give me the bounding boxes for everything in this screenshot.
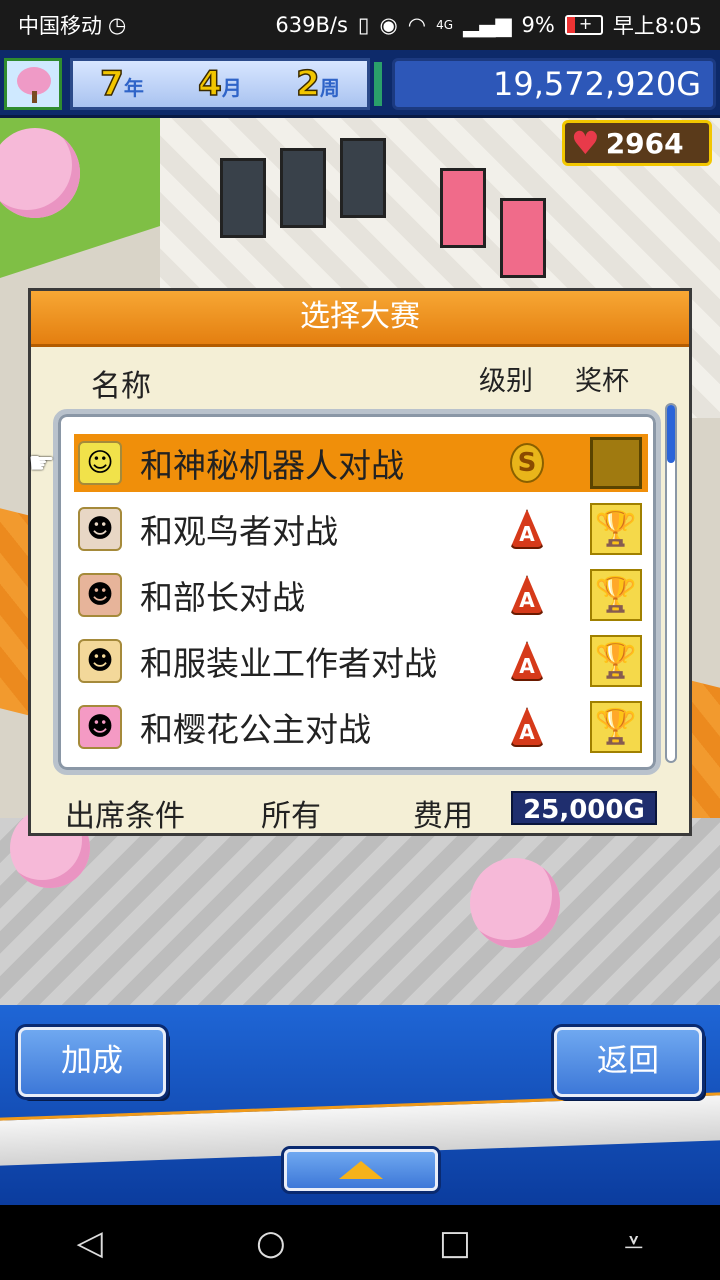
month-unit: 月: [221, 76, 242, 100]
notification-pulldown-icon[interactable]: ⩡: [624, 1223, 643, 1263]
hand-pointer-icon: ☛: [28, 446, 55, 481]
wifi-icon: ◠: [407, 13, 427, 37]
birdwatcher-avatar-icon: ☻: [78, 507, 122, 551]
arcade-machine-icon: [220, 158, 266, 238]
level-badge: A: [510, 509, 544, 549]
level-badge: A: [510, 575, 544, 615]
gold-trophy-icon: 🏆: [590, 503, 642, 555]
tournament-row[interactable]: ☻ 和部长对战 A 🏆: [74, 566, 648, 624]
condition-label: 出席条件: [65, 799, 185, 834]
battery-percent: 9%: [521, 13, 555, 37]
level-badge: A: [510, 707, 544, 747]
game-hud: 7年 4月 2周 19,572,920G: [0, 50, 720, 118]
month-value: 4: [197, 63, 222, 105]
up-arrow-icon: [339, 1161, 383, 1179]
expand-menu-button[interactable]: [284, 1149, 438, 1191]
vibrate-icon: ▯: [357, 13, 370, 37]
tournament-dialog: 选择大赛 名称 级别 奖杯 ☛ ☺ 和神秘机器人对战 S ☻ 和观鸟者对战 A …: [28, 288, 692, 836]
tournament-list[interactable]: ☛ ☺ 和神秘机器人对战 S ☻ 和观鸟者对战 A 🏆 ☻ 和部长对战 A 🏆 …: [28, 409, 661, 775]
tree-trunk: [32, 91, 37, 103]
tournament-row[interactable]: ☻ 和樱花公主对战 A 🏆: [74, 698, 648, 756]
clock-time: 早上8:05: [612, 14, 702, 38]
tournament-name: 和樱花公主对战: [140, 710, 371, 749]
column-headers: 名称 级别 奖杯: [31, 347, 689, 405]
carrier-name: 中国移动: [18, 14, 102, 38]
navigation-bar: ◁ ○ □ ⩡: [0, 1205, 720, 1280]
locked-trophy-icon: [590, 437, 642, 489]
season-thumbnail[interactable]: [4, 58, 62, 110]
gold-trophy-icon: 🏆: [590, 569, 642, 621]
back-button[interactable]: 返回: [554, 1027, 702, 1097]
header-name: 名称: [91, 369, 151, 404]
battery-icon: +: [564, 14, 603, 35]
arcade-machine-icon: [440, 168, 486, 248]
cost-label: 费用: [413, 799, 473, 834]
hud-separator: [374, 62, 382, 106]
fashion-worker-avatar-icon: ☻: [78, 639, 122, 683]
network-speed: 639B/s: [275, 13, 348, 37]
header-trophy: 奖杯: [575, 366, 629, 397]
tournament-row[interactable]: ☛ ☺ 和神秘机器人对战 S: [28, 434, 648, 492]
eye-icon: ◉: [379, 13, 398, 37]
tournament-name: 和服装业工作者对战: [140, 644, 437, 683]
status-bar: 中国移动 ◷ 639B/s ▯ ◉ ◠ 4G ▂▄▆ 9% + 早上8:05: [0, 0, 720, 50]
tournament-name: 和部长对战: [140, 578, 305, 617]
year-value: 7: [99, 63, 124, 105]
signal-label: 4G: [436, 18, 454, 32]
tournament-row[interactable]: ☻ 和观鸟者对战 A 🏆: [74, 500, 648, 558]
arcade-machine-icon: [500, 198, 546, 278]
date-display: 7年 4月 2周: [70, 58, 370, 110]
level-badge: S: [510, 443, 544, 483]
carrier-group: 中国移动 ◷: [18, 10, 126, 40]
home-nav-icon[interactable]: ○: [256, 1223, 286, 1263]
year-unit: 年: [123, 76, 144, 100]
arcade-machine-icon: [280, 148, 326, 228]
recents-nav-icon[interactable]: □: [439, 1223, 471, 1263]
heart-icon: ♥: [571, 124, 600, 162]
dialog-footer: 出席条件 所有 费用 25,000G: [31, 785, 689, 835]
back-nav-icon[interactable]: ◁: [77, 1223, 103, 1263]
popularity-value: 2964: [605, 126, 684, 160]
robot-avatar-icon: ☺: [78, 441, 122, 485]
gold-trophy-icon: 🏆: [590, 635, 642, 687]
arcade-machine-icon: [340, 138, 386, 218]
tournament-name: 和观鸟者对战: [140, 512, 338, 551]
popularity-counter: ♥ 2964: [562, 120, 712, 166]
sakura-princess-avatar-icon: ☻: [78, 705, 122, 749]
street: [0, 818, 720, 1005]
list-scrollbar[interactable]: [665, 403, 677, 763]
level-badge: A: [510, 641, 544, 681]
director-avatar-icon: ☻: [78, 573, 122, 617]
header-level: 级别: [479, 366, 533, 397]
scrollbar-thumb[interactable]: [667, 405, 675, 463]
bottom-panel: 加成 返回: [0, 1005, 720, 1205]
cherry-tree-icon: [470, 858, 560, 948]
money-display: 19,572,920G: [392, 58, 716, 110]
gold-trophy-icon: 🏆: [590, 701, 642, 753]
week-unit: 周: [319, 76, 340, 100]
signal-icon: ▂▄▆: [463, 13, 512, 37]
clock-icon: ◷: [108, 13, 127, 37]
status-right: 639B/s ▯ ◉ ◠ 4G ▂▄▆ 9% + 早上8:05: [275, 10, 702, 40]
week-value: 2: [295, 63, 320, 105]
cost-value: 25,000G: [511, 791, 657, 825]
tournament-row[interactable]: ☻ 和服装业工作者对战 A 🏆: [74, 632, 648, 690]
dialog-title: 选择大赛: [31, 291, 689, 347]
tournament-name: 和神秘机器人对战: [140, 446, 404, 485]
condition-value: 所有: [261, 799, 321, 834]
boost-button[interactable]: 加成: [18, 1027, 166, 1097]
